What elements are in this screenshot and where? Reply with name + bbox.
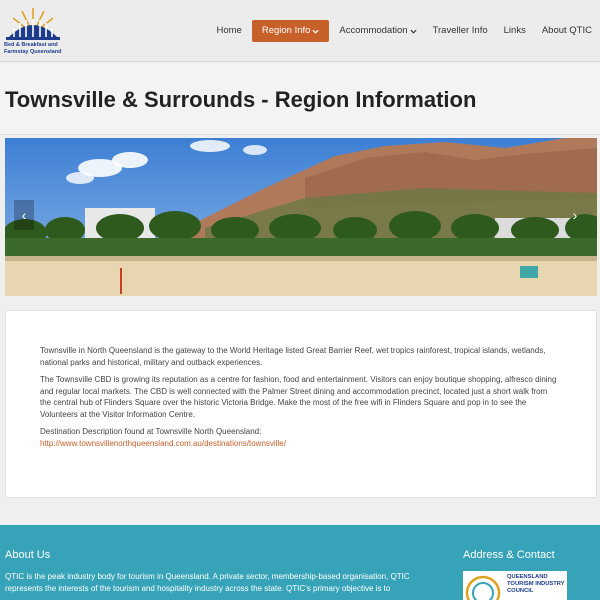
logo-text: Bed & Breakfast and Farmstay Queensland [4,42,64,55]
chevron-left-icon: ‹ [21,207,27,223]
carousel-next-button[interactable]: › [565,200,585,230]
content-card: Townsville in North Queensland is the ga… [5,310,597,498]
page-title: Townsville & Surrounds - Region Informat… [5,87,477,112]
nav-region-info[interactable]: Region Info [251,20,330,42]
nav-about-qtic[interactable]: About QTIC [534,20,600,42]
nav-traveller-info-label: Traveller Info [432,25,488,36]
hero-image [5,138,597,296]
logo-line-1: Bed & Breakfast and [4,42,58,48]
main-nav: Home Region Info Accommodation Traveller… [208,20,600,42]
nav-traveller-info[interactable]: Traveller Info [425,20,496,42]
carousel-prev-button[interactable]: ‹ [14,200,34,230]
qtic-line-2: TOURISM INDUSTRY [507,581,565,587]
logo-sunrise-icon [6,8,60,40]
nav-region-info-label: Region Info [261,25,311,36]
content-paragraph-2: The Townsville CBD is growing its reputa… [40,375,557,419]
nav-accommodation[interactable]: Accommodation [331,20,424,42]
address-heading: Address & Contact [463,549,555,561]
about-text: QTIC is the peak industry body for touri… [5,572,410,593]
chevron-down-icon [312,29,319,34]
site-header: Bed & Breakfast and Farmstay Queensland … [0,0,600,62]
content-source: Destination Description found at Townsvi… [40,426,560,449]
qtic-line-3: COUNCIL [507,588,534,594]
nav-accommodation-label: Accommodation [339,25,408,36]
qtic-logo[interactable]: QUEENSLAND TOURISM INDUSTRY COUNCIL [463,571,567,600]
qtic-emblem-icon [465,575,501,600]
site-logo[interactable]: Bed & Breakfast and Farmstay Queensland [4,4,62,60]
site-footer: About Us QTIC is the peak industry body … [0,525,600,600]
qtic-logo-text: QUEENSLAND TOURISM INDUSTRY COUNCIL [507,574,565,595]
content-body: Townsville in North Queensland is the ga… [40,345,560,455]
about-heading: About Us [5,549,51,561]
chevron-right-icon: › [572,207,578,223]
nav-home[interactable]: Home [208,20,249,42]
nav-home-label: Home [216,25,242,36]
title-area: Townsville & Surrounds - Region Informat… [0,63,600,135]
hero-carousel: ‹ › [5,138,597,296]
source-link[interactable]: http://www.townsvillenorthqueensland.com… [40,439,286,448]
nav-links-label: Links [503,25,526,36]
chevron-down-icon [410,29,417,34]
qtic-line-1: QUEENSLAND [507,574,548,580]
nav-about-qtic-label: About QTIC [541,25,592,36]
source-label: Destination Description found at Townsvi… [40,427,262,436]
content-paragraph-1: Townsville in North Queensland is the ga… [40,346,546,367]
logo-line-2: Farmstay Queensland [4,48,62,55]
nav-links[interactable]: Links [496,20,534,42]
